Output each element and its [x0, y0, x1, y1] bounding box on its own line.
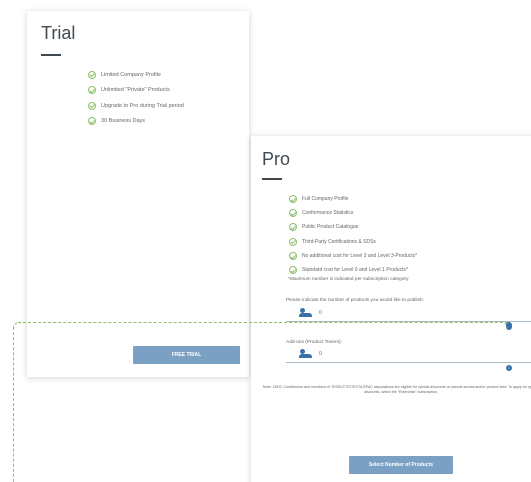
connector-dot: [506, 322, 512, 328]
pro-title: Pro: [262, 149, 291, 169]
info-icon[interactable]: i: [506, 365, 512, 371]
products-question-label: Please indicate the number of products y…: [286, 298, 424, 303]
feature-item: Limited Company Profile: [88, 69, 184, 80]
check-circle-icon: [289, 237, 297, 246]
feature-item: Upgrade to Pro during Trial period: [88, 100, 184, 111]
check-circle-icon: [88, 86, 96, 95]
feature-item: Conformance Statistics: [289, 208, 417, 218]
dashed-connector-corner: [13, 322, 21, 330]
dashed-connector-horizontal: [18, 322, 508, 323]
title-underline: [262, 178, 282, 180]
pro-plan-card: Pro Full Company Profile Conformance Sta…: [251, 136, 531, 482]
check-circle-icon: [289, 223, 297, 232]
check-circle-icon: [88, 70, 96, 79]
feature-item: Standard cost for Level 0 and Level 1 Pr…: [289, 265, 417, 275]
check-circle-icon: [88, 101, 96, 110]
feature-item: Full Company Profile: [289, 194, 417, 204]
pro-footnote: *Maximum number is indicated per subscri…: [288, 277, 409, 282]
check-circle-icon: [289, 195, 297, 203]
pro-feature-list: Full Company Profile Conformance Statist…: [289, 194, 417, 279]
feature-item: Third-Party Certifications & SDSs: [289, 237, 417, 247]
users-icon: [299, 349, 313, 358]
products-count-value[interactable]: 0: [319, 310, 322, 316]
check-circle-icon: [289, 209, 297, 218]
feature-item: 30 Business Days: [88, 116, 184, 127]
products-count-input[interactable]: 0: [299, 308, 322, 317]
dashed-connector-vertical: [13, 327, 14, 482]
feature-item: Public Product Catalogue: [289, 222, 417, 232]
select-number-of-products-button[interactable]: Select Number of Products: [349, 456, 453, 474]
trial-feature-list: Limited Company Profile Unlimited "Priva…: [88, 69, 184, 131]
users-icon: [299, 308, 313, 317]
discount-note: Note: ZDHC Contributors and members of T…: [262, 385, 531, 394]
addons-count-value[interactable]: 0: [319, 351, 322, 357]
feature-item: No additional cost for Level 3 and Level…: [289, 251, 417, 261]
check-circle-icon: [289, 265, 297, 274]
addons-input-underline: [286, 362, 531, 363]
feature-item: Unlimited "Private" Products: [88, 85, 184, 96]
check-circle-icon: [88, 117, 96, 126]
trial-title: Trial: [41, 23, 76, 43]
check-circle-icon: [289, 251, 297, 260]
addons-count-input[interactable]: 0: [299, 349, 322, 358]
addons-label: Add-ons (Product Toners):: [286, 340, 342, 345]
free-trial-button[interactable]: FREE TRIAL: [133, 346, 240, 364]
title-underline: [41, 54, 61, 56]
